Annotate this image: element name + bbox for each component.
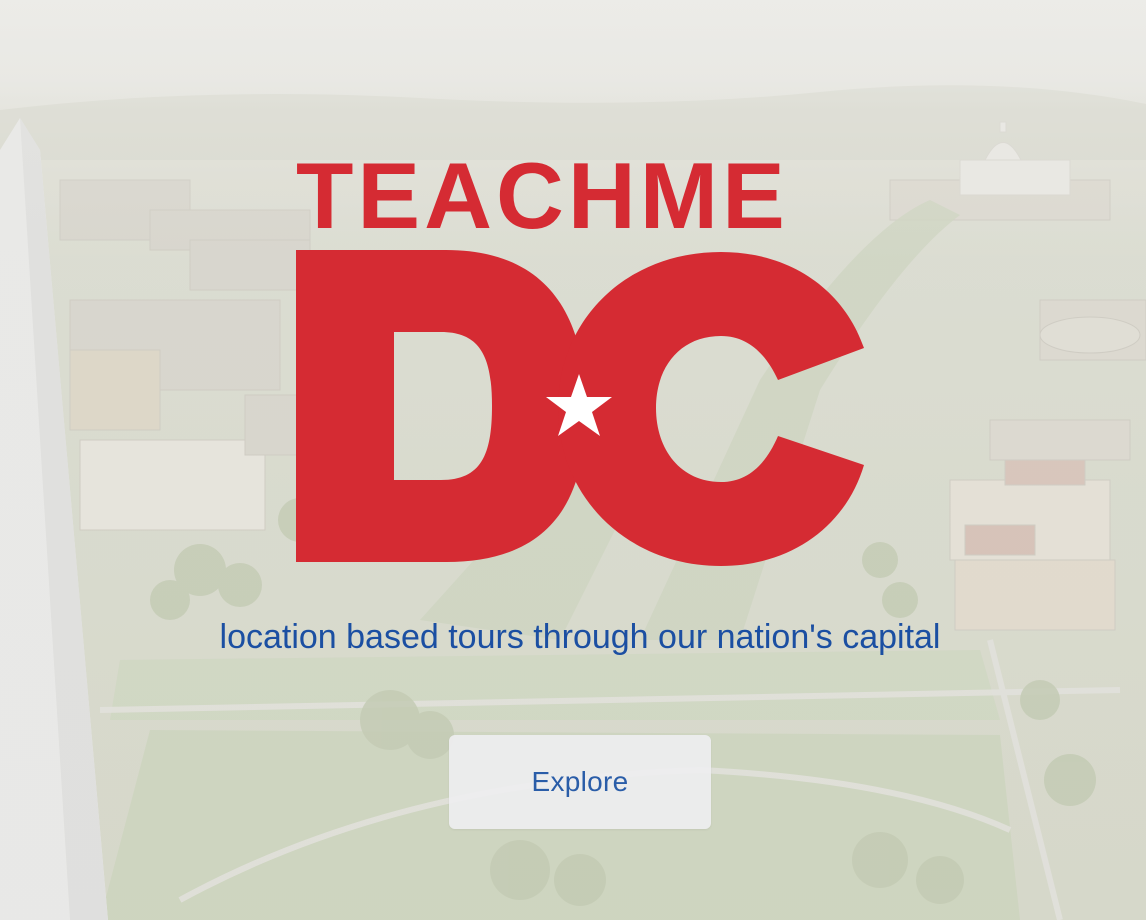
logo-dc-mark [296, 250, 864, 566]
landing-page: TEACHME location based tours through our… [0, 0, 1146, 920]
teachme-dc-logo: TEACHME [296, 143, 866, 570]
explore-button-label: Explore [531, 766, 629, 797]
explore-button[interactable]: Explore [449, 735, 711, 829]
tagline: location based tours through our nation'… [219, 618, 941, 656]
logo-teachme-text: TEACHME [296, 143, 789, 248]
